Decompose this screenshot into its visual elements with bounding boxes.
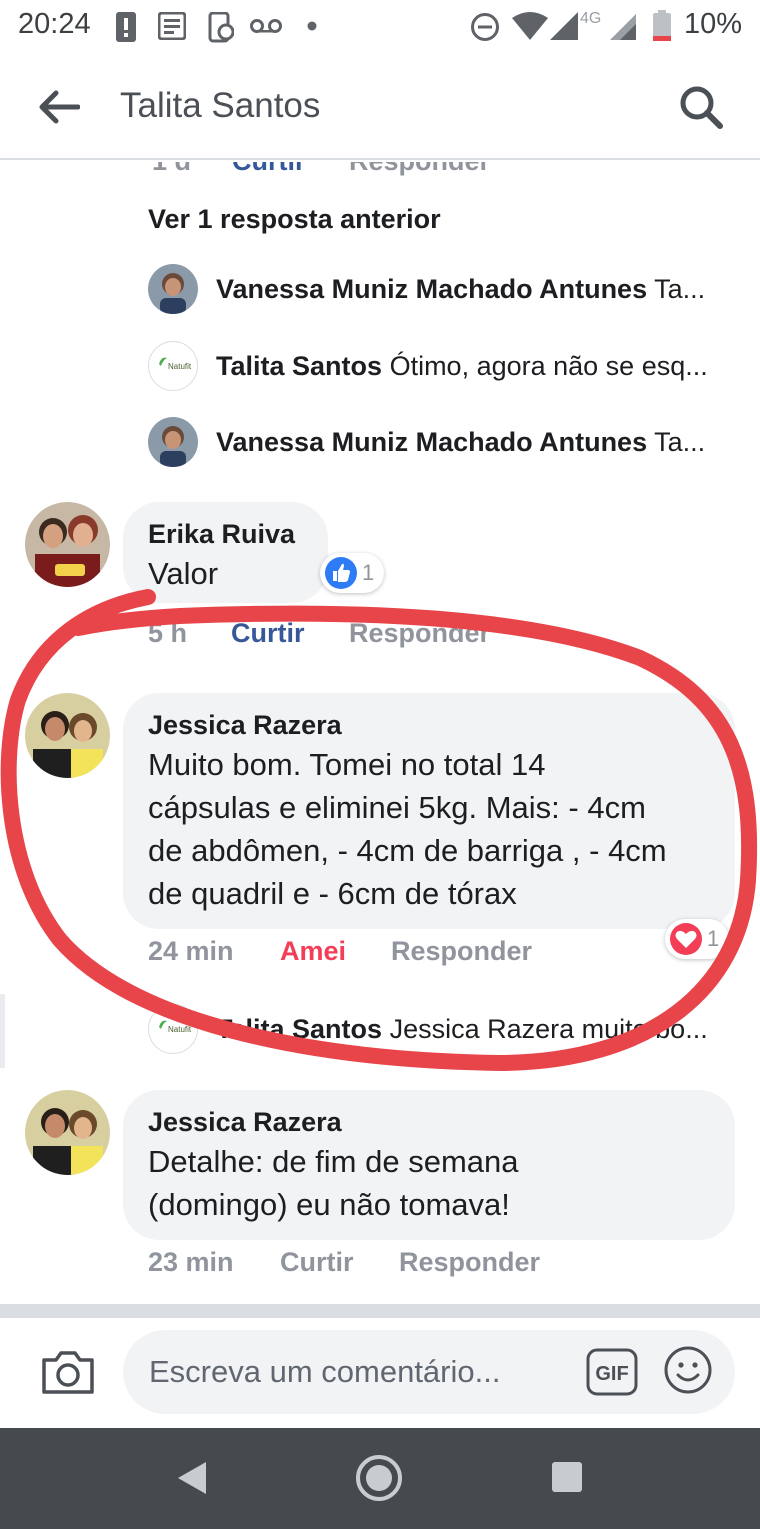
view-previous-replies-link[interactable]: Ver 1 resposta anterior — [148, 204, 441, 235]
comment-composer: GIF — [0, 1318, 760, 1428]
news-icon — [158, 12, 186, 40]
comment-time: 23 min — [148, 1247, 234, 1277]
comment-time: 24 min — [148, 936, 234, 966]
nav-recents-icon[interactable] — [551, 1461, 583, 1493]
gif-icon[interactable]: GIF — [586, 1348, 638, 1396]
comment-input[interactable] — [123, 1330, 735, 1414]
reply-link[interactable]: Responder — [349, 618, 490, 649]
dot-icon — [307, 21, 317, 31]
comment-text-line: Detalhe: de fim de semana — [148, 1144, 519, 1179]
avatar[interactable] — [148, 417, 198, 467]
dnd-icon — [471, 13, 499, 41]
comment-author[interactable]: Erika Ruiva — [148, 516, 302, 552]
comment-meta-top: 1 d Curtir Responder — [0, 162, 760, 176]
comment-bubble[interactable]: Jessica Razera Muito bom. Tomei no total… — [123, 693, 735, 929]
battery-icon — [653, 10, 671, 41]
arrow-left-icon[interactable] — [38, 90, 80, 124]
reply-link[interactable]: Responder — [399, 1247, 540, 1278]
reply-link[interactable]: Responder — [391, 936, 532, 967]
comment-bubble[interactable]: Erika Ruiva Valor — [123, 502, 328, 603]
comment-author[interactable]: Jessica Razera — [148, 707, 709, 743]
reply-snippet: Ta... — [654, 427, 706, 457]
reply-text: Vanessa Muniz Machado Antunes Ta... — [216, 427, 736, 458]
reply-author[interactable]: Vanessa Muniz Machado Antunes — [216, 427, 647, 457]
comment-text-line: de quadril e - 6cm de tórax — [148, 876, 517, 911]
reply-snippet: Jessica Razera muito bo... — [389, 1014, 708, 1044]
comment-time: 5 h — [148, 618, 188, 648]
comment-text-line: Muito bom. Tomei no total 14 — [148, 747, 546, 782]
comment-text-line: (domingo) eu não tomava! — [148, 1187, 510, 1222]
natufit-logo: Natufit — [159, 357, 192, 371]
avatar[interactable]: Natufit — [148, 1004, 198, 1054]
comment-author[interactable]: Jessica Razera — [148, 1104, 709, 1140]
nav-home-icon[interactable] — [355, 1454, 403, 1502]
camera-icon[interactable] — [40, 1348, 96, 1396]
reply-thread-indicator — [0, 994, 5, 1068]
comment-meta: 5 h Curtir Responder — [0, 618, 760, 652]
avatar[interactable] — [25, 502, 110, 587]
battery-percent: 10% — [683, 8, 742, 40]
voicemail-icon — [250, 19, 282, 33]
search-icon[interactable] — [678, 84, 724, 130]
reaction-count: 1 — [362, 560, 375, 585]
page-title: Talita Santos — [120, 86, 321, 125]
status-bar: 20:24 4G 10% — [0, 0, 760, 54]
reaction-summary[interactable]: 1 — [320, 553, 385, 593]
network-type: 4G — [580, 10, 602, 27]
emoji-icon[interactable] — [663, 1345, 713, 1395]
avatar[interactable]: Natufit — [148, 341, 198, 391]
reply-item[interactable]: Vanessa Muniz Machado Antunes Ta... — [148, 264, 738, 318]
comment-time: 1 d — [152, 162, 191, 177]
comment-meta: 23 min Curtir Responder — [0, 1247, 760, 1281]
avatar[interactable] — [25, 1090, 110, 1175]
reply-text: Talita Santos Ótimo, agora não se esq... — [216, 351, 736, 382]
reply-author[interactable]: Talita Santos — [216, 351, 382, 381]
like-link[interactable]: Curtir — [280, 1247, 354, 1278]
reply-text: Talita Santos Jessica Razera muito bo... — [216, 1014, 736, 1045]
avatar[interactable] — [148, 264, 198, 314]
signal-icon — [550, 12, 578, 40]
nav-back-icon[interactable] — [172, 1458, 212, 1498]
reply-snippet: Ótimo, agora não se esq... — [389, 351, 708, 381]
reply-item[interactable]: Natufit Talita Santos Jessica Razera mui… — [148, 1004, 738, 1058]
like-reaction-icon — [325, 557, 357, 589]
like-link[interactable]: Curtir — [232, 162, 306, 177]
wifi-icon — [512, 12, 548, 40]
natufit-logo: Natufit — [159, 1020, 192, 1034]
reply-author[interactable]: Vanessa Muniz Machado Antunes — [216, 274, 647, 304]
like-link[interactable]: Curtir — [231, 618, 305, 649]
reply-link[interactable]: Responder — [349, 162, 490, 177]
love-link[interactable]: Amei — [280, 936, 346, 967]
reply-text: Vanessa Muniz Machado Antunes Ta... — [216, 274, 736, 305]
phone-sync-icon — [208, 12, 234, 43]
reply-item[interactable]: Vanessa Muniz Machado Antunes Ta... — [148, 417, 738, 471]
natufit-logo-text: Natufit — [168, 362, 192, 371]
comment-text-line: cápsulas e eliminei 5kg. Mais: - 4cm — [148, 790, 646, 825]
comment-bubble[interactable]: Jessica Razera Detalhe: de fim de semana… — [123, 1090, 735, 1240]
comment-meta: 24 min Amei Responder — [0, 936, 760, 970]
status-time: 20:24 — [18, 8, 91, 40]
reply-snippet: Ta... — [654, 274, 706, 304]
comment-feed[interactable]: 1 d Curtir Responder Ver 1 resposta ante… — [0, 162, 760, 1304]
reply-author[interactable]: Talita Santos — [216, 1014, 382, 1044]
comment-text: Valor — [148, 556, 219, 591]
natufit-logo-text: Natufit — [168, 1025, 192, 1034]
app-header: Talita Santos — [0, 54, 760, 160]
system-nav-bar — [0, 1428, 760, 1529]
divider — [0, 1304, 760, 1318]
signal-icon-2 — [610, 14, 636, 40]
reply-item[interactable]: Natufit Talita Santos Ótimo, agora não s… — [148, 341, 738, 395]
gif-label: GIF — [595, 1363, 628, 1385]
comment-text-line: de abdômen, - 4cm de barriga , - 4cm — [148, 833, 667, 868]
alert-icon — [116, 12, 136, 42]
avatar[interactable] — [25, 693, 110, 778]
